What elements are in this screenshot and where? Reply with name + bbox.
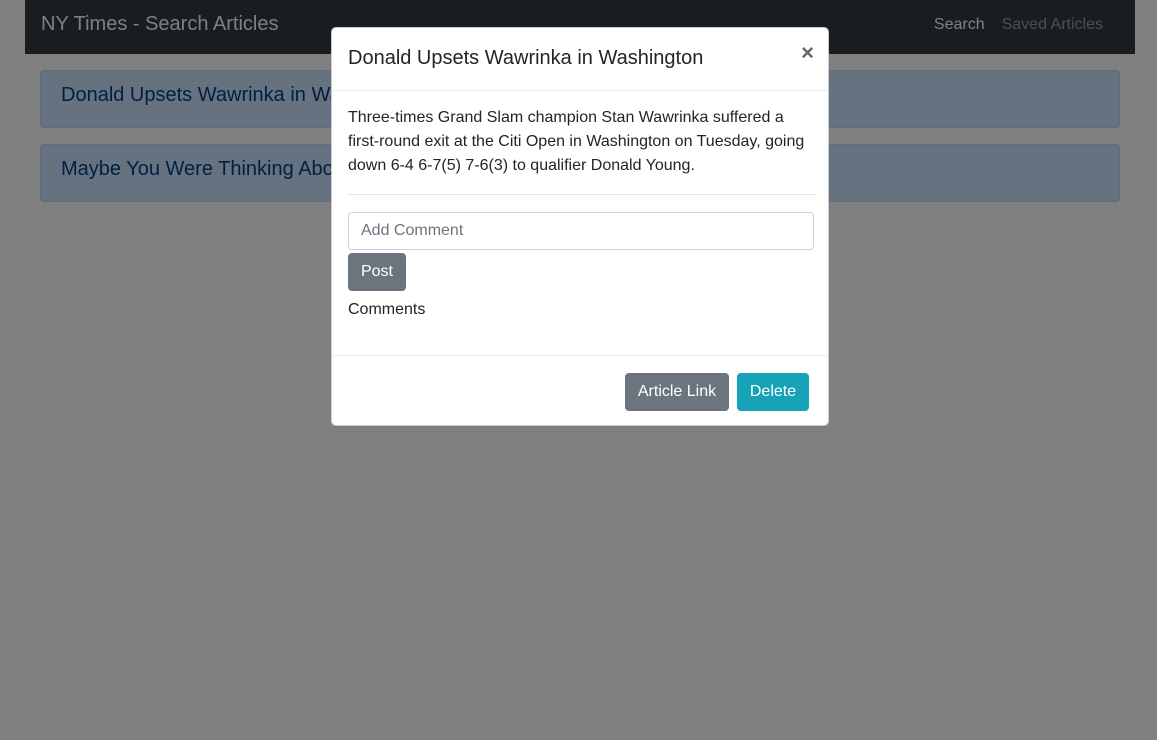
page: NY Times - Search Articles Search Saved … [0, 0, 1157, 740]
comment-input[interactable] [348, 212, 814, 250]
modal-footer: Article Link Delete [332, 355, 828, 426]
delete-button[interactable]: Delete [737, 373, 809, 411]
post-button[interactable]: Post [348, 253, 406, 291]
article-summary: Three-times Grand Slam champion Stan Waw… [348, 109, 805, 174]
article-modal: Donald Upsets Wawrinka in Washington × T… [331, 27, 829, 426]
article-link-button[interactable]: Article Link [625, 373, 729, 411]
modal-title: Donald Upsets Wawrinka in Washington [348, 47, 704, 69]
close-icon[interactable]: × [801, 42, 814, 64]
divider [347, 194, 815, 195]
modal-header: Donald Upsets Wawrinka in Washington × [332, 28, 828, 91]
comments-heading: Comments [348, 301, 426, 318]
